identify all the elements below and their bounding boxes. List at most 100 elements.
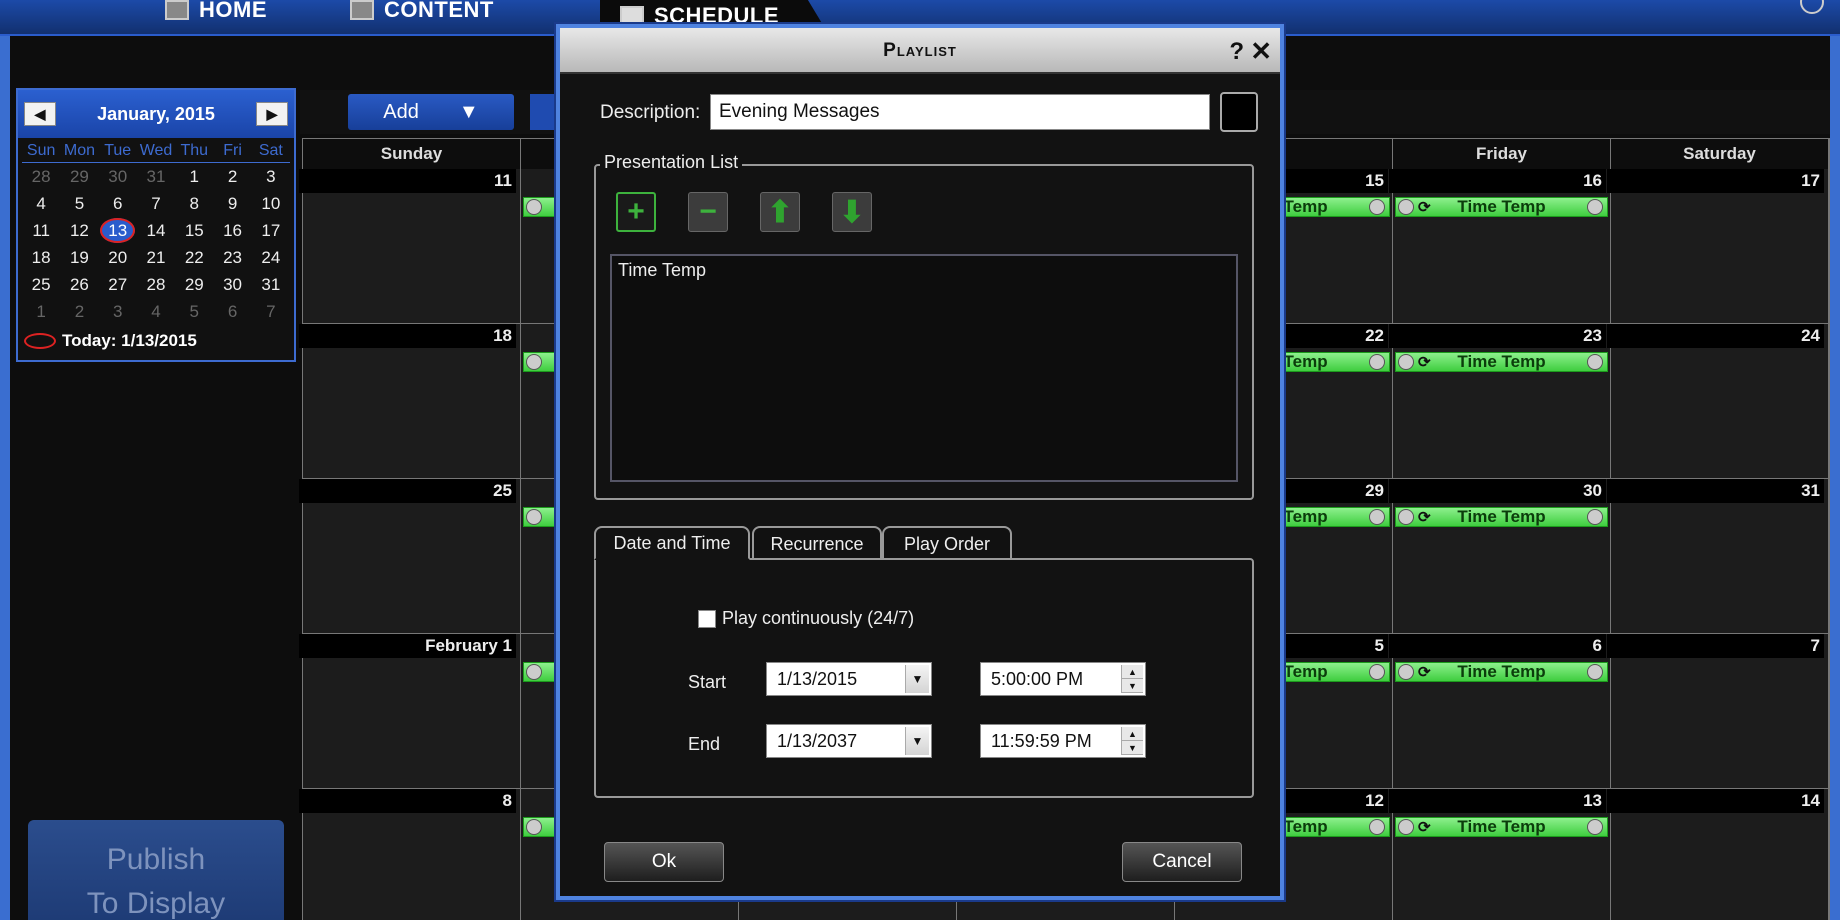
mini-calendar-day[interactable]: 31 bbox=[252, 271, 290, 298]
tab-play-order[interactable]: Play Order bbox=[882, 526, 1012, 560]
calendar-event[interactable]: ⟳ Time Temp bbox=[1395, 352, 1608, 372]
mini-calendar-day[interactable]: 16 bbox=[213, 217, 251, 244]
description-input[interactable] bbox=[710, 94, 1210, 130]
calendar-dropdown-icon[interactable]: ▼ bbox=[905, 665, 929, 693]
mini-calendar-day[interactable]: 30 bbox=[99, 163, 137, 190]
clock-icon bbox=[1398, 199, 1414, 215]
nav-home[interactable]: HOME bbox=[165, 0, 267, 28]
mini-calendar-day[interactable]: 22 bbox=[175, 244, 213, 271]
calendar-cell[interactable]: 17 bbox=[1607, 169, 1829, 324]
mini-calendar-day[interactable]: 5 bbox=[60, 190, 98, 217]
mini-calendar-day[interactable]: 25 bbox=[22, 271, 60, 298]
mini-calendar-day[interactable]: 14 bbox=[137, 217, 175, 244]
mini-calendar-grid: Sun Mon Tue Wed Thu Fri Sat 28 29 30 31 1 2 3 4 5 6 7 8 9 10… bbox=[18, 138, 294, 327]
tab-recurrence[interactable]: Recurrence bbox=[752, 526, 882, 560]
calendar-event[interactable]: ⟳ Time Temp bbox=[1395, 197, 1608, 217]
calendar-cell[interactable]: 7 bbox=[1607, 634, 1829, 789]
mini-calendar-day[interactable]: 19 bbox=[60, 244, 98, 271]
today-link[interactable]: Today: 1/13/2015 bbox=[18, 327, 294, 355]
calendar-cell[interactable]: 24 bbox=[1607, 324, 1829, 479]
calendar-cell[interactable]: 11 bbox=[299, 169, 521, 324]
calendar-cell[interactable]: 6 ⟳ Time Temp bbox=[1389, 634, 1611, 789]
mini-calendar-day[interactable]: 15 bbox=[175, 217, 213, 244]
mini-calendar-day[interactable]: 17 bbox=[252, 217, 290, 244]
calendar-cell[interactable]: 23 ⟳ Time Temp bbox=[1389, 324, 1611, 479]
calendar-cell[interactable]: 25 bbox=[299, 479, 521, 634]
mini-calendar-day[interactable]: 3 bbox=[99, 298, 137, 325]
mini-calendar-day[interactable]: 4 bbox=[137, 298, 175, 325]
calendar-cell[interactable]: 16 ⟳ Time Temp bbox=[1389, 169, 1611, 324]
dialog-help-button[interactable]: ? bbox=[1229, 38, 1244, 66]
calendar-event[interactable]: ⟳ Time Temp bbox=[1395, 817, 1608, 837]
remove-presentation-button[interactable]: − bbox=[688, 192, 728, 232]
calendar-cell[interactable]: 18 bbox=[299, 324, 521, 479]
mini-calendar-day[interactable]: 28 bbox=[22, 163, 60, 190]
publish-to-display-button[interactable]: Publish To Display bbox=[28, 820, 284, 920]
mini-calendar-day[interactable]: 8 bbox=[175, 190, 213, 217]
presentation-list[interactable]: Time Temp bbox=[610, 254, 1238, 482]
mini-calendar-day[interactable]: 1 bbox=[175, 163, 213, 190]
mini-calendar-day[interactable]: 7 bbox=[137, 190, 175, 217]
mini-calendar-day-label: 8 bbox=[189, 194, 200, 213]
time-spinner-icon[interactable]: ▲ ▼ bbox=[1121, 665, 1143, 693]
calendar-cell[interactable]: 13 ⟳ Time Temp bbox=[1389, 789, 1611, 920]
color-swatch-button[interactable] bbox=[1220, 92, 1258, 132]
end-date-picker[interactable]: 1/13/2037 ▼ bbox=[766, 724, 932, 758]
mini-calendar-day[interactable]: 2 bbox=[213, 163, 251, 190]
ok-button[interactable]: Ok bbox=[604, 842, 724, 882]
mini-calendar-day[interactable]: 31 bbox=[137, 163, 175, 190]
mini-calendar-day[interactable]: 28 bbox=[137, 271, 175, 298]
mini-calendar-day[interactable]: 4 bbox=[22, 190, 60, 217]
mini-calendar-day[interactable]: 21 bbox=[137, 244, 175, 271]
time-spinner-icon[interactable]: ▲ ▼ bbox=[1121, 727, 1143, 755]
calendar-cell[interactable]: 8 bbox=[299, 789, 521, 920]
calendar-cell[interactable]: 30 ⟳ Time Temp bbox=[1389, 479, 1611, 634]
calendar-event[interactable]: ⟳ Time Temp bbox=[1395, 662, 1608, 682]
mini-calendar-day[interactable]: 6 bbox=[213, 298, 251, 325]
mini-calendar-day[interactable]: 7 bbox=[252, 298, 290, 325]
mini-calendar-day[interactable]: 1 bbox=[22, 298, 60, 325]
mini-calendar-day[interactable]: 29 bbox=[175, 271, 213, 298]
mini-calendar-day-label: 12 bbox=[69, 221, 89, 240]
play-continuously-checkbox[interactable] bbox=[698, 610, 716, 628]
calendar-cell[interactable]: February 1 bbox=[299, 634, 521, 789]
end-time-picker[interactable]: 11:59:59 PM ▲ ▼ bbox=[980, 724, 1146, 758]
nav-content[interactable]: CONTENT bbox=[350, 0, 494, 28]
move-up-button[interactable]: ⬆ bbox=[760, 192, 800, 232]
calendar-cell[interactable]: 31 bbox=[1607, 479, 1829, 634]
mini-calendar-day[interactable]: 29 bbox=[60, 163, 98, 190]
presentation-list-item[interactable]: Time Temp bbox=[618, 260, 1230, 281]
help-icon[interactable] bbox=[1800, 0, 1824, 14]
cancel-button[interactable]: Cancel bbox=[1122, 842, 1242, 882]
mini-calendar-day[interactable]: 10 bbox=[252, 190, 290, 217]
mini-calendar-today[interactable]: 13 bbox=[99, 217, 137, 244]
start-time-picker[interactable]: 5:00:00 PM ▲ ▼ bbox=[980, 662, 1146, 696]
mini-calendar-day[interactable]: 3 bbox=[252, 163, 290, 190]
close-icon[interactable]: ✕ bbox=[1250, 36, 1272, 67]
clock-icon bbox=[1398, 664, 1414, 680]
mini-calendar-day[interactable]: 27 bbox=[99, 271, 137, 298]
calendar-dropdown-icon[interactable]: ▼ bbox=[905, 727, 929, 755]
mini-calendar-day[interactable]: 30 bbox=[213, 271, 251, 298]
mini-calendar-day[interactable]: 5 bbox=[175, 298, 213, 325]
mini-calendar-day[interactable]: 6 bbox=[99, 190, 137, 217]
mini-calendar-day[interactable]: 9 bbox=[213, 190, 251, 217]
calendar-event[interactable]: ⟳ Time Temp bbox=[1395, 507, 1608, 527]
mini-calendar-day[interactable]: 2 bbox=[60, 298, 98, 325]
prev-month-button[interactable]: ◀ bbox=[24, 102, 56, 126]
add-presentation-button[interactable]: + bbox=[616, 192, 656, 232]
calendar-cell[interactable]: 14 bbox=[1607, 789, 1829, 920]
mini-calendar-day[interactable]: 12 bbox=[60, 217, 98, 244]
mini-calendar-day[interactable]: 23 bbox=[213, 244, 251, 271]
mini-calendar-day[interactable]: 24 bbox=[252, 244, 290, 271]
start-date-picker[interactable]: 1/13/2015 ▼ bbox=[766, 662, 932, 696]
mini-calendar-day[interactable]: 20 bbox=[99, 244, 137, 271]
mini-calendar-day[interactable]: 18 bbox=[22, 244, 60, 271]
move-down-button[interactable]: ⬇ bbox=[832, 192, 872, 232]
mini-calendar-day[interactable]: 11 bbox=[22, 217, 60, 244]
mini-calendar-day[interactable]: 26 bbox=[60, 271, 98, 298]
tab-date-and-time[interactable]: Date and Time bbox=[594, 526, 750, 560]
add-button[interactable]: Add ▼ bbox=[348, 94, 514, 130]
mini-calendar-day-label: 29 bbox=[184, 275, 204, 294]
next-month-button[interactable]: ▶ bbox=[256, 102, 288, 126]
